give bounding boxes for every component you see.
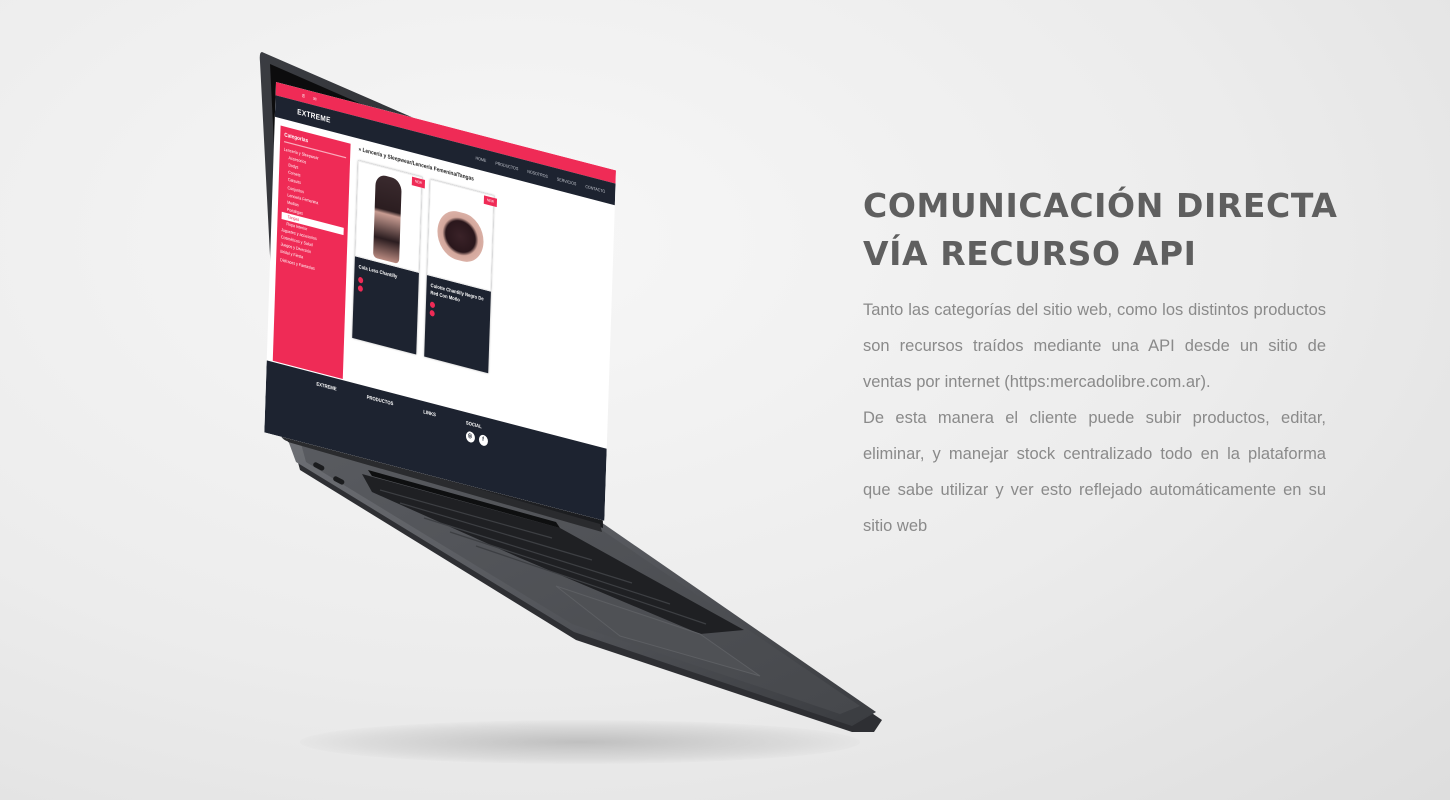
headline-line-2: VÍA RECURSO API [863, 234, 1197, 273]
description-paragraph-2: De esta manera el cliente puede subir pr… [863, 409, 1326, 535]
headline-line-1: COMUNICACIÓN DIRECTA [863, 186, 1338, 225]
product-card[interactable]: NEW Culotte Chantilly Negro De Red Con M… [424, 178, 498, 374]
instagram-icon[interactable]: ◎ [465, 430, 475, 444]
nav-item-nosotros[interactable]: NOSOTROS [527, 169, 548, 179]
cart-icon [429, 301, 436, 309]
product-grid: NEW Cola Less Chantilly NEW Culotte Chan… [352, 160, 606, 402]
category-sidebar: Categorías Lencería y Sleepwear Accesori… [272, 125, 351, 379]
cart-icon [358, 275, 364, 284]
footer-links-title: LINKS [423, 408, 436, 418]
product-card[interactable]: NEW Cola Less Chantilly [352, 160, 426, 355]
footer-brand: EXTREME [316, 380, 337, 392]
footer-social-title: SOCIAL [465, 419, 482, 430]
nav-item-contacto[interactable]: CONTACTO [585, 184, 605, 194]
info-icon [429, 309, 435, 317]
info-icon [357, 284, 364, 292]
description-paragraph-1: Tanto las categorías del sitio web, como… [863, 301, 1326, 391]
nav-item-productos[interactable]: PRODUCTOS [495, 161, 518, 172]
description: Tanto las categorías del sitio web, como… [863, 292, 1326, 544]
social-icons: ◎ f [465, 430, 488, 447]
nav-item-servicios[interactable]: SERVICIOS [557, 177, 577, 187]
mail-icon: ✉ [313, 95, 317, 103]
headline: COMUNICACIÓN DIRECTA VÍA RECURSO API [863, 182, 1383, 278]
site-logo[interactable]: EXTREME [297, 108, 331, 125]
phone-icon: ✆ [301, 92, 306, 100]
facebook-icon[interactable]: f [478, 433, 488, 447]
nav-item-home[interactable]: HOME [475, 156, 486, 164]
footer-productos-title: PRODUCTOS [366, 393, 394, 407]
